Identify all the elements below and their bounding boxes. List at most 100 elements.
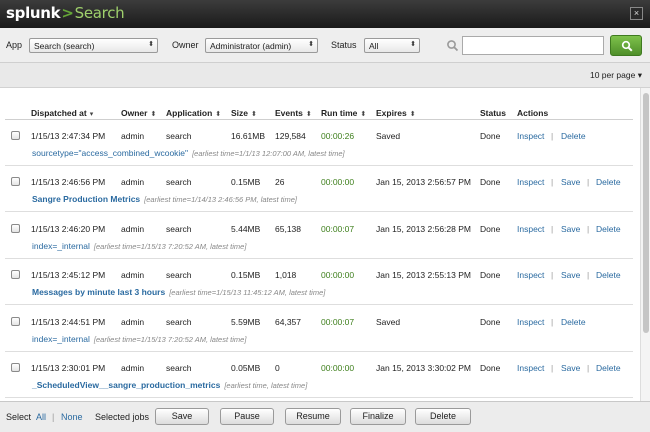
column-header-size[interactable]: Size ⬍	[231, 108, 257, 118]
save-link[interactable]: Save	[561, 363, 580, 373]
vertical-scrollbar[interactable]	[640, 88, 650, 401]
search-query-link[interactable]: index=_internal	[32, 334, 90, 344]
delete-link[interactable]: Delete	[596, 224, 621, 234]
column-header-label: Events	[275, 108, 303, 118]
select-arrows-icon: ⬍	[308, 41, 314, 48]
inspect-link[interactable]: Inspect	[517, 270, 544, 280]
finalize-button[interactable]: Finalize	[350, 408, 406, 425]
job-expires: Jan 15, 2013 3:30:02 PM	[376, 363, 471, 373]
select-none-link[interactable]: None	[61, 412, 83, 422]
column-header-owner[interactable]: Owner ⬍	[121, 108, 156, 118]
job-events: 129,584	[275, 131, 306, 141]
inspect-link[interactable]: Inspect	[517, 317, 544, 327]
column-header-runtime[interactable]: Run time ⬍	[321, 108, 366, 118]
column-header-label: Run time	[321, 108, 358, 118]
job-expires: Jan 15, 2013 2:56:57 PM	[376, 177, 471, 188]
job-events: 65,138	[275, 223, 301, 234]
job-status: Done	[480, 177, 501, 188]
delete-link[interactable]: Delete	[561, 131, 586, 141]
search-query-link[interactable]: Sangre Production Metrics	[32, 194, 140, 204]
delete-link[interactable]: Delete	[596, 270, 621, 280]
close-icon[interactable]: ×	[630, 7, 643, 20]
column-header-events[interactable]: Events ⬍	[275, 108, 312, 118]
job-size: 0.15MB	[231, 177, 261, 188]
search-query-link[interactable]: sourcetype="access_combined_wcookie"	[32, 148, 188, 158]
delete-button[interactable]: Delete	[415, 408, 471, 425]
save-link[interactable]: Save	[561, 177, 580, 187]
status-filter-select[interactable]: All ⬍	[364, 38, 420, 53]
job-application: search	[166, 270, 192, 281]
job-size: 16.61MB	[231, 131, 266, 141]
job-expires: Saved	[376, 316, 401, 327]
save-link[interactable]: Save	[561, 270, 580, 280]
column-header-label: Size	[231, 108, 249, 118]
job-checkbox[interactable]	[11, 177, 20, 187]
search-query-link[interactable]: _ScheduledView__sangre_production_metric…	[32, 380, 220, 390]
jobs-table: Dispatched at ▾ Owner ⬍ Application ⬍ Size ⬍…	[0, 88, 640, 401]
inspect-link[interactable]: Inspect	[517, 131, 544, 141]
job-runtime: 00:00:00	[321, 177, 355, 188]
job-expires: Jan 15, 2013 2:55:13 PM	[376, 270, 471, 281]
splunk-logo[interactable]: splunk>Search	[6, 4, 125, 22]
job-checkbox[interactable]	[11, 363, 20, 372]
column-header-expires[interactable]: Expires ⬍	[376, 108, 416, 118]
job-owner: admin	[121, 177, 145, 188]
resume-button[interactable]: Resume	[285, 408, 341, 425]
column-header-dispatched[interactable]: Dispatched at ▾	[31, 108, 93, 118]
search-input[interactable]	[462, 36, 604, 55]
job-status: Done	[480, 131, 501, 141]
action-separator: |	[551, 316, 554, 327]
select-arrows-icon: ⬍	[410, 41, 416, 48]
job-checkbox[interactable]	[11, 223, 20, 233]
job-checkbox[interactable]	[11, 131, 20, 140]
owner-filter-select[interactable]: Administrator (admin) ⬍	[205, 38, 318, 53]
inspect-link[interactable]: Inspect	[517, 224, 544, 234]
status-filter-label: Status	[331, 40, 357, 50]
search-query-link[interactable]: index=_internal	[32, 241, 90, 251]
job-row: 1/15/13 2:44:51 PM admin search 5.59MB 64,35…	[5, 306, 633, 352]
search-button[interactable]	[610, 35, 642, 56]
dispatched-at: 1/15/13 2:44:51 PM	[31, 316, 106, 327]
job-events: 26	[275, 177, 285, 188]
job-checkbox[interactable]	[11, 270, 20, 280]
app-filter-select[interactable]: Search (search) ⬍	[29, 38, 158, 53]
sort-icon: ⬍	[409, 111, 416, 118]
column-header-label: Dispatched at	[31, 108, 87, 118]
job-application: search	[166, 131, 192, 141]
job-runtime: 00:00:26	[321, 131, 355, 141]
time-range: [earliest time=1/1/13 12:07:00 AM, lates…	[192, 149, 345, 158]
select-separator: |	[52, 412, 55, 422]
job-runtime: 00:00:00	[321, 270, 355, 281]
scrollbar-thumb[interactable]	[643, 93, 649, 333]
selected-jobs-label: Selected jobs	[95, 412, 150, 422]
delete-link[interactable]: Delete	[596, 363, 621, 373]
job-runtime: 00:00:00	[321, 363, 355, 373]
action-separator: |	[587, 363, 590, 373]
search-query-line: sourcetype="access_combined_wcookie" [ear…	[32, 148, 345, 158]
pause-button[interactable]: Pause	[220, 408, 274, 425]
job-events: 1,018	[275, 270, 297, 281]
save-button[interactable]: Save	[155, 408, 209, 425]
per-page-select[interactable]: 10 per page ▾	[590, 70, 642, 81]
job-owner: admin	[121, 223, 145, 234]
job-owner: admin	[121, 131, 145, 141]
inspect-link[interactable]: Inspect	[517, 363, 544, 373]
search-query-line: Sangre Production Metrics [earliest time=…	[32, 194, 297, 204]
select-all-link[interactable]: All	[36, 412, 46, 422]
dispatched-at: 1/15/13 2:46:20 PM	[31, 223, 106, 234]
job-status: Done	[480, 363, 501, 373]
inspect-link[interactable]: Inspect	[517, 177, 544, 187]
job-size: 5.44MB	[231, 223, 261, 234]
sort-icon: ⬍	[251, 111, 257, 118]
job-row: 1/15/13 2:46:56 PM admin search 0.15MB 26 00:…	[5, 166, 633, 213]
per-page-value: 10 per page	[589, 70, 636, 80]
save-link[interactable]: Save	[561, 224, 580, 234]
delete-link[interactable]: Delete	[596, 177, 621, 187]
column-header-application[interactable]: Application ⬍	[166, 108, 221, 118]
select-arrows-icon: ⬍	[148, 41, 154, 48]
delete-link[interactable]: Delete	[561, 317, 586, 327]
job-checkbox[interactable]	[11, 316, 20, 326]
job-status: Done	[480, 270, 501, 281]
search-query-link[interactable]: Messages by minute last 3 hours	[32, 287, 165, 297]
pagination-bar: 10 per page ▾	[0, 63, 650, 88]
